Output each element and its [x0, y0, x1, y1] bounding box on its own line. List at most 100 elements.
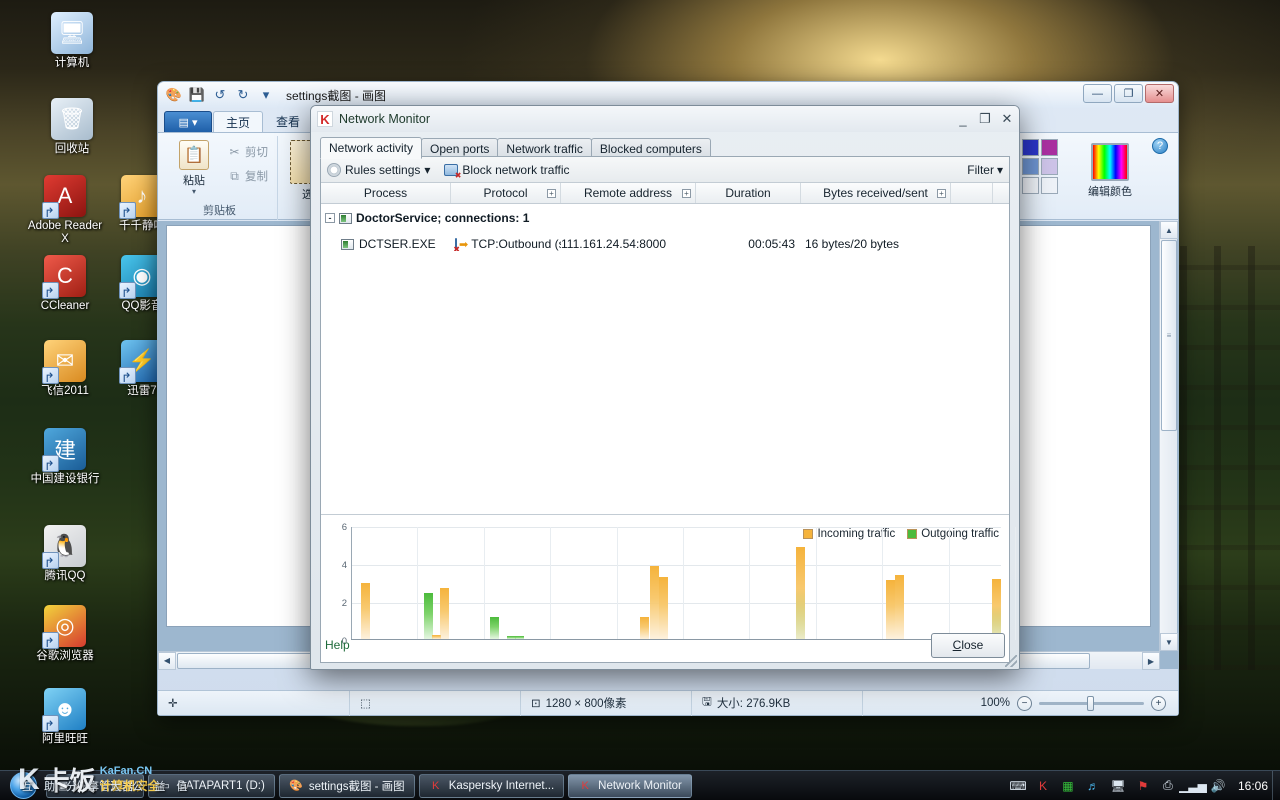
zoom-slider-thumb[interactable]: [1087, 695, 1094, 711]
start-button[interactable]: [0, 771, 46, 800]
desktop-icon-4[interactable]: CCCleaner: [23, 255, 107, 313]
paint-file-menu-button[interactable]: ▤ ▾: [164, 111, 212, 132]
taskbar-button-0[interactable]: ▣ 任务管理器: [46, 773, 144, 798]
block-network-traffic-button[interactable]: Block network traffic: [444, 163, 570, 180]
status-zoom-control[interactable]: 100% − +: [969, 695, 1178, 711]
undo-icon[interactable]: ↺: [210, 86, 230, 105]
connections-table-header[interactable]: Process Protocol + Remote address + Duration B…: [321, 183, 1009, 204]
help-icon[interactable]: ?: [1152, 138, 1168, 154]
desktop-icon-11[interactable]: ☻阿里旺旺: [23, 688, 107, 746]
paint-minimize-button[interactable]: —: [1083, 84, 1112, 103]
green-app-icon[interactable]: ▦: [1060, 778, 1076, 794]
color-swatch-1-2[interactable]: [1022, 158, 1039, 175]
taskbar-button-1[interactable]: ▭ DATAPART1 (D:): [147, 773, 275, 798]
table-row[interactable]: DCTSER.EXE ➡TCP:Outbound (st...111.161.24…: [321, 234, 1009, 254]
save-icon[interactable]: 💾: [187, 86, 207, 105]
edit-colors-button[interactable]: 编辑颜色: [1080, 143, 1140, 199]
taskbar-button-label: Network Monitor: [598, 779, 682, 792]
nm-close-button[interactable]: ✕: [1001, 111, 1013, 127]
zoom-out-button[interactable]: −: [1017, 695, 1032, 711]
cut-button[interactable]: ✂ 剪切: [224, 142, 271, 162]
collapse-icon[interactable]: -: [325, 213, 335, 223]
table-group-row[interactable]: - DoctorService; connections: 1: [321, 208, 1009, 228]
desktop-icon-8[interactable]: 建中国建设银行: [23, 428, 107, 486]
redo-icon[interactable]: ↻: [233, 86, 253, 105]
chevron-down-icon[interactable]: ▾: [192, 188, 196, 196]
copy-button[interactable]: ⧉ 复制: [224, 166, 271, 186]
column-expand-icon[interactable]: +: [547, 188, 556, 198]
chevron-down-icon[interactable]: ▾: [997, 163, 1003, 177]
zoom-in-button[interactable]: +: [1151, 695, 1166, 711]
column-header-duration[interactable]: Duration: [696, 183, 801, 203]
tab-home[interactable]: 主页: [213, 111, 264, 132]
paste-button[interactable]: 📋 粘贴 ▾: [168, 136, 220, 196]
column-header-blank[interactable]: [951, 183, 993, 203]
column-header-protocol[interactable]: Protocol +: [451, 183, 561, 203]
system-tray[interactable]: ⌨ K ▦ ♬ 🖥 ⚑ ⎙ ▁▃▅ 🔊: [1009, 778, 1234, 794]
nm-minimize-button[interactable]: _: [957, 112, 969, 127]
signal-icon[interactable]: ▁▃▅: [1179, 778, 1207, 794]
zoom-slider-track[interactable]: [1039, 695, 1144, 711]
network-monitor-toolbar[interactable]: Rules settings ▾ Block network traffic F…: [321, 157, 1009, 183]
status-selection-size: ⬚: [350, 690, 521, 716]
taskbar-button-3[interactable]: K Kaspersky Internet...: [418, 773, 565, 798]
column-expand-icon[interactable]: +: [682, 188, 691, 198]
scroll-left-arrow[interactable]: ◀: [158, 651, 176, 670]
network-monitor-window-buttons[interactable]: _ ❐ ✕: [957, 106, 1013, 132]
paint-maximize-button[interactable]: ❐: [1114, 84, 1143, 103]
aliwangwang-icon: ☻: [42, 688, 86, 732]
chevron-down-icon[interactable]: ▾: [424, 163, 430, 177]
close-button[interactable]: Close: [931, 632, 1005, 658]
tab-view[interactable]: 查看: [264, 111, 312, 132]
paint-status-bar: ✛ ⬚ ⊡ 1280 × 800像素 🖫 大小: 276.9KB 100% − …: [158, 690, 1178, 716]
filter-button[interactable]: Filter ▾: [967, 163, 1003, 177]
desktop-icon-9[interactable]: 🐧腾讯QQ: [23, 525, 107, 583]
paint-close-button[interactable]: ✕: [1145, 84, 1174, 103]
network-monitor-tray-icon[interactable]: 🖥: [1110, 778, 1126, 794]
desktop-icon-10[interactable]: ◎谷歌浏览器: [23, 605, 107, 663]
network-monitor-dialog[interactable]: Network Monitor _ ❐ ✕ Network activityOp…: [310, 105, 1020, 670]
taskbar[interactable]: ▣ 任务管理器 ▭ DATAPART1 (D:) 🎨 settings截图 - 画图 K Ka…: [0, 770, 1280, 800]
taskbar-button-2[interactable]: 🎨 settings截图 - 画图: [278, 773, 415, 798]
flag-error-icon[interactable]: ⚑: [1135, 778, 1151, 794]
color-swatch-2-3[interactable]: [1041, 177, 1058, 194]
volume-icon[interactable]: 🔊: [1210, 778, 1226, 794]
taskbar-button-group[interactable]: ▣ 任务管理器 ▭ DATAPART1 (D:) 🎨 settings截图 - 画图 K Ka…: [46, 773, 696, 798]
help-link[interactable]: Help: [325, 638, 350, 652]
color-swatch-0-3[interactable]: [1041, 139, 1058, 156]
connections-table-body[interactable]: - DoctorService; connections: 1 DCTSER.EXE…: [321, 204, 1009, 514]
tab-network-activity[interactable]: Network activity: [320, 137, 423, 159]
column-header-process[interactable]: Process: [321, 183, 451, 203]
scroll-right-arrow[interactable]: ▶: [1142, 652, 1160, 670]
clipboard-controls[interactable]: 📋 粘贴 ▾ ✂ 剪切 ⧉ 复制: [168, 136, 271, 196]
desktop-icon-6[interactable]: ✉飞信2011: [23, 340, 107, 398]
taskbar-button-4[interactable]: K Network Monitor: [568, 773, 692, 798]
resize-grip[interactable]: [1005, 655, 1017, 667]
desktop-icon-2[interactable]: AAdobe Reader X: [23, 175, 107, 246]
keyboard-ime-icon[interactable]: ⌨: [1009, 778, 1026, 794]
vertical-scroll-thumb[interactable]: ≡: [1161, 240, 1177, 431]
taskbar-clock[interactable]: 16:06: [1234, 779, 1272, 793]
scroll-down-arrow[interactable]: ▼: [1160, 633, 1178, 651]
cloud-music-icon[interactable]: ♬: [1085, 778, 1101, 794]
column-header-bytes-received-sent[interactable]: Bytes received/sent +: [801, 183, 951, 203]
show-desktop-button[interactable]: [1272, 770, 1280, 800]
paint-window-buttons[interactable]: — ❐ ✕: [1083, 84, 1174, 103]
kaspersky-tray-icon[interactable]: K: [1035, 778, 1051, 794]
column-expand-icon[interactable]: +: [937, 188, 946, 198]
rules-settings-button[interactable]: Rules settings ▾: [327, 162, 430, 177]
nm-maximize-button[interactable]: ❐: [979, 111, 991, 127]
paint-app-icon[interactable]: 🎨: [164, 86, 184, 105]
desktop-icon-1[interactable]: 🗑 回收站: [30, 98, 114, 156]
quick-access-toolbar[interactable]: 🎨 💾 ↺ ↻ ▾: [164, 86, 276, 105]
column-header-remote-address[interactable]: Remote address +: [561, 183, 696, 203]
customize-toolbar-icon[interactable]: ▾: [256, 86, 276, 105]
safe-removal-icon[interactable]: ⎙: [1160, 778, 1176, 794]
desktop-icon-0[interactable]: 🖥 计算机: [30, 12, 114, 70]
color-swatch-0-2[interactable]: [1022, 139, 1039, 156]
paint-vertical-scrollbar[interactable]: ▲ ≡ ▼: [1159, 221, 1178, 651]
network-monitor-titlebar[interactable]: Network Monitor _ ❐ ✕: [311, 106, 1019, 132]
color-swatch-2-2[interactable]: [1022, 177, 1039, 194]
color-swatch-1-3[interactable]: [1041, 158, 1058, 175]
scroll-up-arrow[interactable]: ▲: [1160, 221, 1178, 239]
